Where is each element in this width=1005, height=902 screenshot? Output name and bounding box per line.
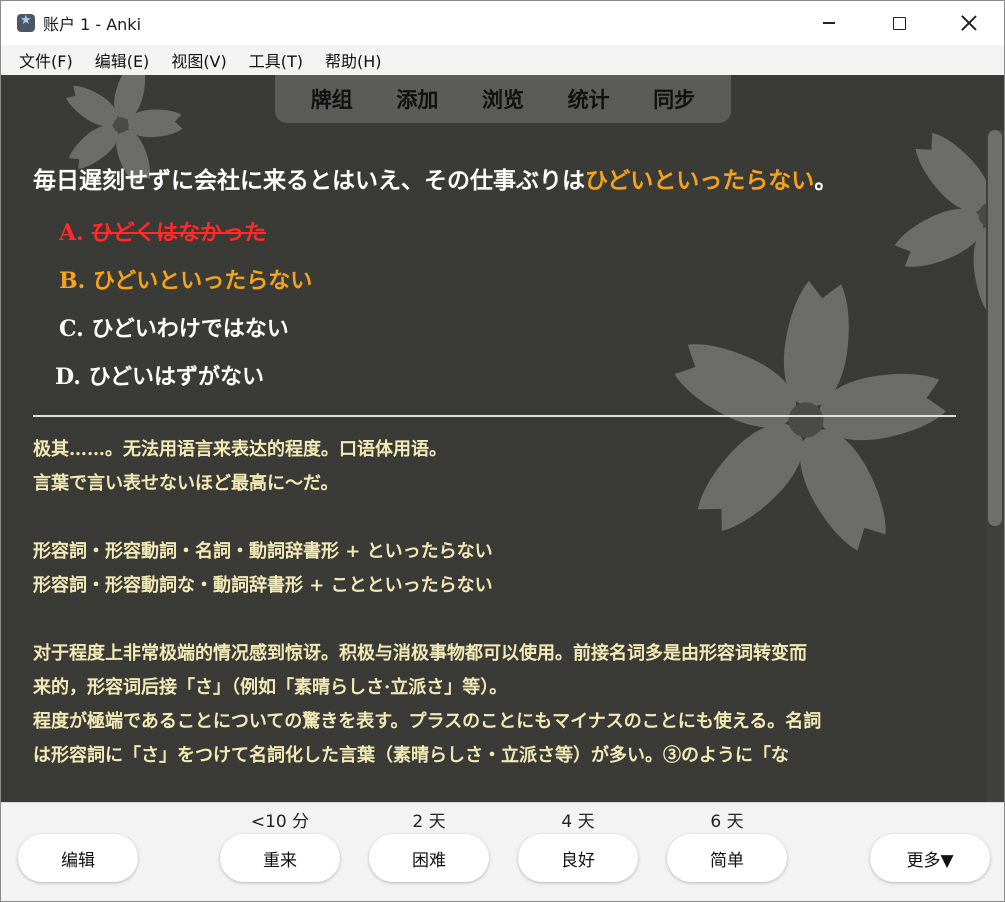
easy-button[interactable]: 简单: [667, 834, 787, 882]
title-bar: 账户 1 - Anki: [1, 1, 1004, 45]
explanation: 极其……。无法用语言来表达的程度。口语体用语。 言葉で言い表せないほど最高に～だ…: [33, 433, 958, 773]
main-nav: 牌组 添加 浏览 统计 同步: [275, 75, 731, 123]
nav-browse[interactable]: 浏览: [482, 84, 524, 114]
good-button[interactable]: 良好: [518, 834, 638, 882]
edit-button[interactable]: 编辑: [18, 834, 138, 882]
option-text: ひどいはずがない: [88, 364, 264, 390]
menu-tools[interactable]: 工具(T): [241, 48, 311, 72]
window-title: 账户 1 - Anki: [43, 15, 142, 34]
answer-options: A. ひどくはなかった B. ひどいといったらない C. ひどいわけではない D…: [55, 209, 958, 401]
nav-add[interactable]: 添加: [396, 84, 438, 114]
explanation-line: 形容詞・形容動詞・名詞・動詞辞書形 + といったらない: [33, 541, 493, 562]
again-button[interactable]: 重来: [220, 834, 340, 882]
explanation-line: は形容詞に「さ」をつけて名詞化した言葉（素晴らしさ・立派さ等）が多い。③のように…: [33, 745, 789, 766]
explanation-line: 程度が極端であることについての驚きを表す。プラスのことにもマイナスのことにも使え…: [33, 711, 822, 732]
option-c: C. ひどいわけではない: [59, 305, 958, 353]
nav-stats[interactable]: 统计: [568, 84, 610, 114]
interval-good: 4 天: [561, 812, 595, 832]
menu-edit[interactable]: 编辑(E): [87, 48, 158, 72]
question-text: 毎日遅刻せずに会社に来るとはいえ、その仕事ぶりはひどいといったらない。: [33, 161, 958, 201]
menu-help[interactable]: 帮助(H): [317, 48, 390, 72]
maximize-button[interactable]: [864, 1, 934, 45]
close-button[interactable]: [934, 1, 1004, 45]
explanation-line: 对于程度上非常极端的情况感到惊讶。积极与消极事物都可以使用。前接名词多是由形容词…: [33, 643, 807, 664]
nav-decks[interactable]: 牌组: [311, 84, 353, 114]
option-text: ひどいといったらない: [92, 268, 313, 294]
explanation-line: 形容詞・形容動詞な・動詞辞書形 + ことといったらない: [33, 575, 493, 596]
explanation-line: 极其……。无法用语言来表达的程度。口语体用语。: [33, 439, 447, 460]
question-highlight: ひどいといったらない: [585, 167, 815, 194]
more-button[interactable]: 更多▼: [870, 834, 990, 882]
answer-bar: <10 分 2 天 4 天 6 天 编辑 重来 困难 良好 简单 更多▼: [1, 802, 1004, 901]
explanation-gap: [33, 603, 958, 637]
flashcard: 毎日遅刻せずに会社に来るとはいえ、その仕事ぶりはひどいといったらない。 A. ひ…: [33, 161, 958, 773]
explanation-line: 来的，形容词后接「さ」（例如「素晴らしさ·立派さ」等）。: [33, 677, 508, 698]
anki-app-icon: [17, 13, 35, 32]
option-a: A. ひどくはなかった: [59, 209, 958, 257]
close-icon: [961, 15, 977, 31]
option-d: D. ひどいはずがない: [55, 353, 958, 401]
option-text: ひどいわけではない: [91, 316, 289, 342]
anki-window: 账户 1 - Anki 文件(F) 编辑(E) 视图(V) 工具(T) 帮助(H…: [0, 0, 1005, 902]
option-letter: B.: [59, 268, 86, 294]
scrollbar-thumb[interactable]: [988, 130, 1002, 526]
interval-hard: 2 天: [412, 812, 446, 832]
option-b: B. ひどいといったらない: [59, 257, 958, 305]
menu-bar: 文件(F) 编辑(E) 视图(V) 工具(T) 帮助(H): [1, 45, 1004, 75]
option-letter: A.: [59, 220, 84, 246]
minimize-icon: [823, 22, 835, 24]
option-letter: D.: [55, 364, 81, 390]
question-suffix: 。: [814, 167, 838, 194]
vertical-scrollbar[interactable]: [986, 130, 1004, 802]
option-text: ひどくはなかった: [91, 220, 267, 246]
maximize-icon: [892, 16, 906, 30]
explanation-gap: [33, 501, 958, 535]
explanation-line: 言葉で言い表せないほど最高に～だ。: [33, 473, 339, 494]
menu-view[interactable]: 视图(V): [163, 48, 234, 72]
hard-button[interactable]: 困难: [369, 834, 489, 882]
card-review-area: 牌组 添加 浏览 统计 同步 毎日遅刻せずに会社に来るとはいえ、その仕事ぶりはひ…: [1, 75, 1004, 802]
minimize-button[interactable]: [794, 1, 864, 45]
option-letter: C.: [59, 316, 84, 342]
question-prefix: 毎日遅刻せずに会社に来るとはいえ、その仕事ぶりは: [33, 167, 585, 194]
nav-sync[interactable]: 同步: [653, 84, 695, 114]
interval-again: <10 分: [250, 812, 310, 832]
menu-file[interactable]: 文件(F): [11, 48, 81, 72]
interval-easy: 6 天: [710, 812, 744, 832]
answer-divider: [33, 415, 956, 417]
